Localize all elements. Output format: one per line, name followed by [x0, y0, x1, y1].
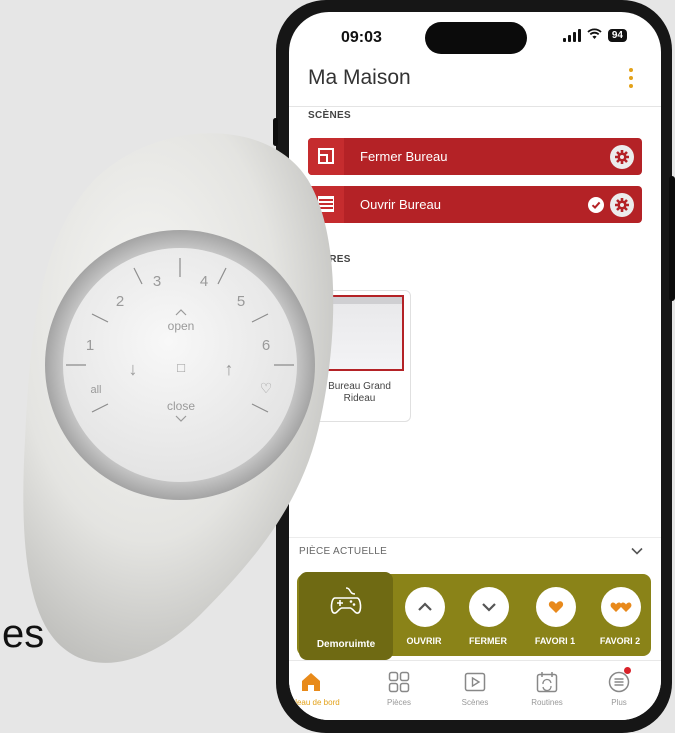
- status-icons: 94: [562, 28, 627, 42]
- remote-close-label: close: [167, 399, 195, 413]
- calendar-icon: [536, 672, 558, 693]
- dynamic-island: [425, 22, 527, 54]
- phone-screen: 09:03 94 Ma Maison SCÈNES Fermer Bureau …: [289, 12, 661, 720]
- remote-down-arrow-icon: ↓: [129, 359, 138, 379]
- scene-settings-button[interactable]: [610, 145, 634, 169]
- remote-open-label: open: [168, 319, 195, 333]
- wifi-icon: [587, 28, 602, 42]
- page-title: Ma Maison: [308, 66, 411, 89]
- phone-side-button: [273, 118, 278, 146]
- store-name: Bureau Grand Rideau: [328, 381, 391, 404]
- tab-label: Tableau de bord: [289, 698, 340, 707]
- gear-icon: [615, 198, 629, 212]
- remote-button-5: 5: [237, 293, 245, 310]
- control-ouvrir[interactable]: OUVRIR: [394, 580, 454, 650]
- current-room-label: PIÈCE ACTUELLE: [299, 546, 388, 557]
- scene-row-fermer-bureau[interactable]: Fermer Bureau: [308, 138, 642, 175]
- scenes-section-label: SCÈNES: [308, 110, 351, 121]
- tab-routines[interactable]: Routines: [515, 669, 579, 707]
- rooms-grid-icon: [388, 671, 410, 693]
- control-favori-1[interactable]: FAVORI 1: [525, 580, 585, 650]
- control-label: FAVORI 2: [599, 636, 641, 646]
- status-bar: 09:03 94: [289, 12, 661, 60]
- remote-button-2: 2: [116, 293, 124, 310]
- chevron-down-icon: [482, 603, 496, 612]
- remote-favorite-icon: ♡: [260, 380, 273, 396]
- double-heart-icon: [610, 602, 632, 612]
- background-text: es: [2, 612, 45, 656]
- window-open-icon: [318, 196, 334, 212]
- control-fermer[interactable]: FERMER: [458, 580, 518, 650]
- gamepad-icon: [330, 587, 362, 614]
- remote-dial: [63, 248, 297, 482]
- scene-name: Ouvrir Bureau: [360, 197, 441, 212]
- check-icon: [588, 197, 604, 213]
- remote-chevron-up-icon: [175, 309, 187, 316]
- more-options-icon[interactable]: [628, 68, 634, 88]
- remote-up-arrow-icon: ↑: [225, 359, 234, 379]
- heart-icon: [548, 601, 564, 613]
- device-tile[interactable]: Demoruimte: [299, 572, 393, 660]
- home-icon: [302, 673, 320, 691]
- tab-label: Pièces: [386, 698, 411, 707]
- tab-label: Routines: [531, 698, 563, 707]
- scene-settings-button[interactable]: [610, 193, 634, 217]
- menu-icon: [608, 671, 630, 693]
- control-label: OUVRIR: [406, 636, 442, 646]
- remote-stop-icon: □: [177, 360, 185, 375]
- control-label: FAVORI 1: [534, 636, 576, 646]
- phone-power-button: [669, 176, 675, 301]
- tab-label: Plus: [611, 698, 627, 707]
- chevron-down-icon[interactable]: [631, 544, 643, 558]
- app-header: Ma Maison: [289, 60, 661, 107]
- tab-tableau-de-bord[interactable]: Tableau de bord: [289, 669, 343, 707]
- remote-button-1: 1: [86, 337, 94, 354]
- tab-plus[interactable]: Plus: [587, 667, 651, 707]
- stores-section-label: STORES: [308, 254, 351, 265]
- store-card[interactable]: Bureau Grand Rideau: [308, 290, 411, 422]
- status-time: 09:03: [341, 29, 382, 46]
- control-favori-2[interactable]: FAVORI 2: [590, 580, 650, 650]
- current-room-bar[interactable]: PIÈCE ACTUELLE: [289, 537, 661, 566]
- tab-label: Scènes: [461, 698, 489, 707]
- remote-button-4: 4: [200, 273, 208, 290]
- store-window-image: [315, 295, 404, 371]
- device-name: Demoruimte: [316, 639, 376, 650]
- tab-scenes[interactable]: Scènes: [443, 669, 507, 707]
- scene-name: Fermer Bureau: [360, 149, 448, 164]
- signal-icon: [562, 28, 581, 42]
- battery-indicator: 94: [607, 28, 627, 42]
- chevron-up-icon: [418, 602, 432, 611]
- remote-all-label: all: [90, 384, 101, 396]
- remote-rim: [45, 230, 315, 500]
- gear-icon: [615, 150, 629, 164]
- bottom-tab-bar: Tableau de bord Pièces Scènes Routines P…: [289, 660, 661, 720]
- remote-button-3: 3: [153, 273, 161, 290]
- remote-chevron-down-icon: [175, 415, 187, 422]
- tab-pieces[interactable]: Pièces: [367, 669, 431, 707]
- play-icon: [464, 672, 486, 692]
- scene-row-ouvrir-bureau[interactable]: Ouvrir Bureau: [308, 186, 642, 223]
- notification-badge: [624, 667, 631, 674]
- window-close-icon: [318, 148, 334, 164]
- remote-button-6: 6: [262, 337, 270, 354]
- phone-volume-up-button: [273, 166, 278, 214]
- control-label: FERMER: [469, 636, 507, 646]
